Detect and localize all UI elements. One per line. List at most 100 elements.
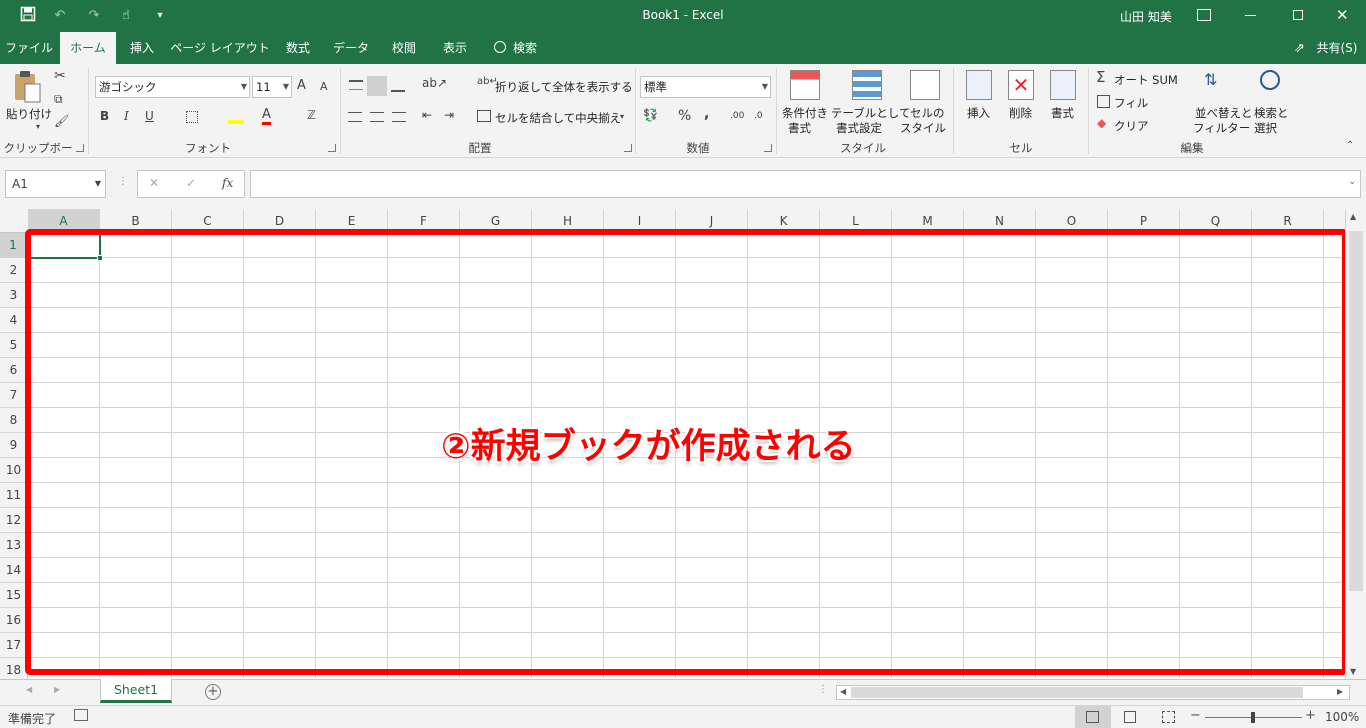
cancel-icon[interactable]: ✕ <box>149 176 159 190</box>
page-layout-view-icon[interactable] <box>1124 711 1136 723</box>
font-launcher-icon[interactable] <box>328 144 336 152</box>
orientation-icon[interactable]: ab↗ <box>422 76 447 90</box>
decrease-indent-icon[interactable]: ⇤ <box>422 108 432 122</box>
tab-file[interactable]: ファイル <box>0 32 58 64</box>
bold-button[interactable]: B <box>100 109 109 123</box>
user-name[interactable]: 山田 知美 <box>1120 8 1172 25</box>
tell-me-search[interactable]: 検索 <box>508 32 542 64</box>
insert-function-icon[interactable]: fx <box>222 176 233 190</box>
row-header[interactable]: 10 <box>0 458 28 483</box>
row-header[interactable]: 8 <box>0 408 28 433</box>
alignment-launcher-icon[interactable] <box>624 144 632 152</box>
expand-formula-bar-icon[interactable]: ⌄ <box>1348 177 1356 187</box>
merge-dropdown-icon[interactable]: ▾ <box>620 112 624 121</box>
row-header[interactable]: 17 <box>0 633 28 658</box>
vertical-scroll-thumb[interactable] <box>1349 231 1363 591</box>
font-name-combo[interactable]: 游ゴシック ▼ <box>95 76 250 98</box>
comma-style-button[interactable]: , <box>704 106 709 122</box>
cell-styles-label1[interactable]: セルの <box>910 105 945 121</box>
formula-input[interactable]: ⌄ <box>250 170 1361 198</box>
sheet-tab-sheet1[interactable]: Sheet1 <box>100 679 172 703</box>
middle-align-icon[interactable] <box>367 76 387 96</box>
tab-page-layout[interactable]: ページ レイアウト <box>168 32 272 64</box>
scroll-up-icon[interactable]: ▲ <box>1350 212 1356 221</box>
grow-font-icon[interactable]: A <box>297 78 306 93</box>
ribbon-display-options-icon[interactable] <box>1197 9 1211 21</box>
format-as-table-label1[interactable]: テーブルとして <box>831 105 910 121</box>
row-header[interactable]: 1 <box>0 233 28 258</box>
vertical-scrollbar[interactable]: ▲ ▼ <box>1345 209 1366 679</box>
scroll-down-icon[interactable]: ▼ <box>1350 667 1356 676</box>
paste-icon[interactable] <box>12 70 42 104</box>
number-launcher-icon[interactable] <box>764 144 772 152</box>
fill-color-icon[interactable] <box>228 110 244 124</box>
paste-dropdown-icon[interactable]: ▾ <box>36 122 40 131</box>
page-break-view-icon[interactable] <box>1162 711 1175 723</box>
row-header[interactable]: 15 <box>0 583 28 608</box>
tab-home[interactable]: ホーム <box>60 32 116 64</box>
row-header[interactable]: 12 <box>0 508 28 533</box>
align-right-icon[interactable] <box>392 112 406 122</box>
merge-center-button[interactable]: セルを結合して中央揃え <box>495 110 621 126</box>
increase-indent-icon[interactable]: ⇥ <box>444 108 454 122</box>
tab-view[interactable]: 表示 <box>430 32 480 64</box>
name-box[interactable]: A1 ▼ <box>5 170 106 198</box>
top-align-icon[interactable] <box>349 80 363 90</box>
horizontal-scrollbar[interactable]: ◀ ▶ <box>836 685 1350 700</box>
row-header[interactable]: 18 <box>0 658 28 679</box>
phonetic-icon[interactable]: ℤ <box>307 108 316 122</box>
percent-style-button[interactable]: % <box>678 108 691 124</box>
tab-insert[interactable]: 挿入 <box>118 32 166 64</box>
underline-button[interactable]: U <box>145 109 154 123</box>
borders-icon[interactable] <box>186 111 198 123</box>
font-color-icon[interactable]: A <box>262 107 271 125</box>
close-icon[interactable]: ✕ <box>1336 6 1349 24</box>
enter-icon[interactable]: ✓ <box>186 176 196 190</box>
next-sheet-icon[interactable]: ▶ <box>54 685 60 694</box>
minimize-icon[interactable] <box>1245 15 1256 16</box>
row-header[interactable]: 16 <box>0 608 28 633</box>
format-painter-icon[interactable]: 🖌 <box>54 114 69 128</box>
bottom-align-icon[interactable] <box>391 82 405 92</box>
zoom-level[interactable]: 100% <box>1325 710 1359 724</box>
row-header[interactable]: 14 <box>0 558 28 583</box>
wrap-text-button[interactable]: 折り返して全体を表示する <box>495 79 633 95</box>
align-center-icon[interactable] <box>370 112 384 122</box>
copy-icon[interactable]: ⧉ <box>54 92 63 107</box>
row-header[interactable]: 7 <box>0 383 28 408</box>
delete-cells-button[interactable]: 削除 <box>1009 105 1032 121</box>
font-size-combo[interactable]: 11 ▼ <box>252 76 292 98</box>
tab-review[interactable]: 校閲 <box>380 32 428 64</box>
format-cells-button[interactable]: 書式 <box>1051 105 1074 121</box>
row-header[interactable]: 13 <box>0 533 28 558</box>
formula-bar-grip-icon[interactable]: ⋮ <box>118 176 128 187</box>
share-button[interactable]: 共有(S) <box>1312 32 1362 64</box>
prev-sheet-icon[interactable]: ◀ <box>26 685 32 694</box>
row-header[interactable]: 3 <box>0 283 28 308</box>
zoom-slider-thumb[interactable] <box>1251 712 1255 723</box>
sort-filter-label1[interactable]: 並べ替えと <box>1195 105 1253 121</box>
collapse-ribbon-icon[interactable]: ⌃ <box>1346 140 1354 151</box>
format-as-table-label2[interactable]: 書式設定 <box>836 120 882 136</box>
italic-button[interactable]: I <box>124 109 129 123</box>
cut-icon[interactable]: ✂ <box>54 68 66 84</box>
align-left-icon[interactable] <box>348 112 362 122</box>
row-header[interactable]: 4 <box>0 308 28 333</box>
decrease-decimal-icon[interactable]: .0 <box>754 111 763 121</box>
insert-cells-button[interactable]: 挿入 <box>967 105 990 121</box>
tab-formulas[interactable]: 数式 <box>274 32 322 64</box>
tab-split-grip-icon[interactable]: ⋮ <box>818 684 828 695</box>
restore-icon[interactable] <box>1293 10 1303 20</box>
paste-button-label[interactable]: 貼り付け <box>6 106 52 122</box>
row-header[interactable]: 11 <box>0 483 28 508</box>
sort-filter-label2[interactable]: フィルター <box>1193 120 1250 136</box>
number-format-combo[interactable]: 標準 ▼ <box>640 76 771 98</box>
fill-button[interactable]: フィル <box>1114 95 1148 111</box>
macro-record-icon[interactable] <box>74 709 88 721</box>
new-sheet-icon[interactable]: + <box>205 684 221 700</box>
row-header[interactable]: 5 <box>0 333 28 358</box>
shrink-font-icon[interactable]: A <box>320 80 328 93</box>
conditional-formatting-label2[interactable]: 書式 <box>788 120 811 136</box>
accounting-format-icon[interactable]: 💱 <box>643 108 658 122</box>
zoom-out-icon[interactable]: − <box>1190 708 1201 723</box>
